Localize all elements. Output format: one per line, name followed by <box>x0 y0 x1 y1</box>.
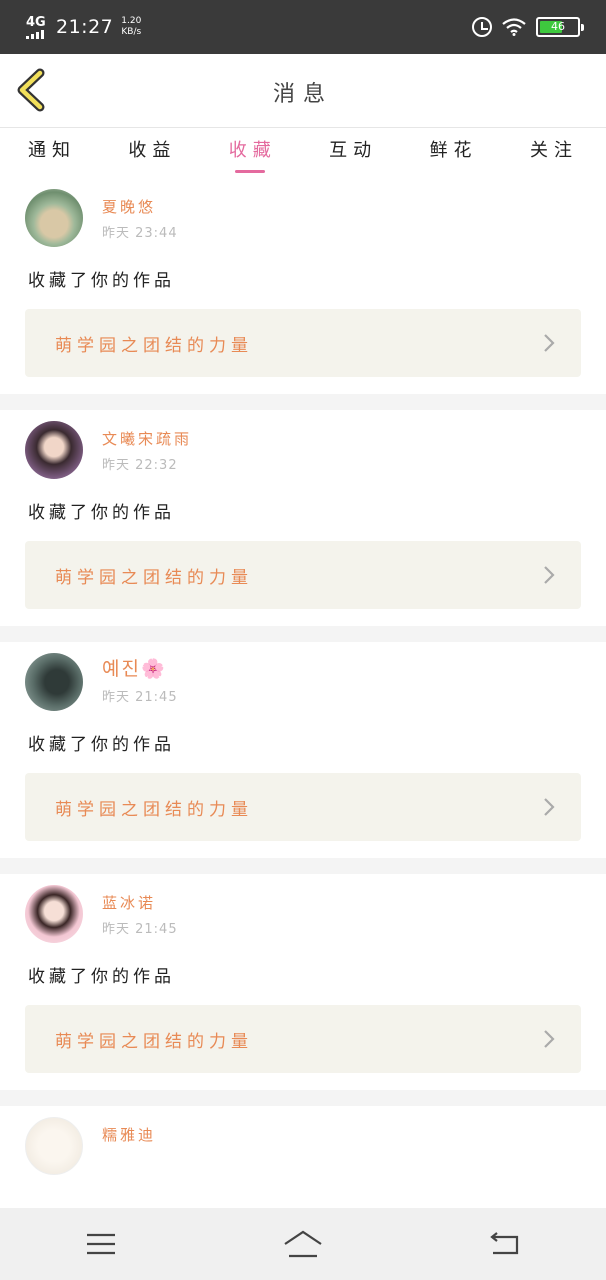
list-item: 예진🌸 昨天 21:45 收藏了你的作品 萌学园之团结的力量 <box>0 642 606 858</box>
chevron-right-icon <box>544 334 555 352</box>
page-title: 消息 <box>272 82 333 107</box>
work-link[interactable]: 萌学园之团结的力量 <box>25 1005 581 1073</box>
action-text: 收藏了你的作品 <box>28 503 175 523</box>
action-text: 收藏了你的作品 <box>28 271 175 291</box>
avatar[interactable] <box>25 421 83 479</box>
user-name[interactable]: 예진🌸 <box>102 654 167 681</box>
tab-notifications[interactable]: 通知 <box>28 128 76 178</box>
menu-icon <box>87 1233 115 1255</box>
message-list: 夏晚悠 昨天 23:44 收藏了你的作品 萌学园之团结的力量 文曦宋疏雨 昨天 … <box>0 178 606 1176</box>
wifi-icon <box>502 18 526 36</box>
back-button[interactable] <box>475 1224 535 1264</box>
avatar[interactable] <box>25 1117 83 1175</box>
tab-interactions[interactable]: 互动 <box>329 128 377 178</box>
work-title: 萌学园之团结的力量 <box>55 568 253 588</box>
battery-level: 46 <box>551 20 565 33</box>
system-nav-bar <box>0 1208 606 1280</box>
home-icon <box>284 1230 322 1258</box>
battery-icon: 46 <box>536 17 584 37</box>
network-label: 4G <box>26 14 46 30</box>
user-name[interactable]: 夏晚悠 <box>102 196 156 217</box>
status-left: 4G 21:27 1.20 KB/s <box>26 16 141 39</box>
net-speed: 1.20 KB/s <box>121 16 141 38</box>
net-speed-unit: KB/s <box>121 27 142 37</box>
timestamp: 昨天 23:44 <box>102 226 178 241</box>
status-right: 46 <box>472 17 584 37</box>
tab-bar: 通知 收益 收藏 互动 鲜花 关注 <box>0 128 606 178</box>
tab-follows[interactable]: 关注 <box>530 128 578 178</box>
work-title: 萌学园之团结的力量 <box>55 1032 253 1052</box>
avatar[interactable] <box>25 653 83 711</box>
tab-flowers[interactable]: 鲜花 <box>430 128 478 178</box>
avatar[interactable] <box>25 885 83 943</box>
back-icon <box>490 1232 519 1255</box>
work-link[interactable]: 萌学园之团结的力量 <box>25 773 581 841</box>
user-name[interactable]: 糯雅迪 <box>102 1124 156 1145</box>
user-name[interactable]: 蓝冰诺 <box>102 892 156 913</box>
chevron-right-icon <box>544 798 555 816</box>
list-item: 蓝冰诺 昨天 21:45 收藏了你的作品 萌学园之团结的力量 <box>0 874 606 1090</box>
avatar[interactable] <box>25 189 83 247</box>
timestamp: 昨天 22:32 <box>102 458 178 473</box>
home-button[interactable] <box>273 1224 333 1264</box>
status-bar: 4G 21:27 1.20 KB/s 46 <box>0 0 606 54</box>
alarm-icon <box>472 17 492 37</box>
work-title: 萌学园之团结的力量 <box>55 800 253 820</box>
work-link[interactable]: 萌学园之团结的力量 <box>25 309 581 377</box>
tab-favorites[interactable]: 收藏 <box>229 128 277 178</box>
timestamp: 昨天 21:45 <box>102 690 178 705</box>
divider <box>0 858 606 874</box>
chevron-right-icon <box>544 1030 555 1048</box>
signal-icon <box>26 29 48 39</box>
net-speed-value: 1.20 <box>121 16 142 26</box>
work-title: 萌学园之团结的力量 <box>55 336 253 356</box>
chevron-right-icon <box>544 566 555 584</box>
list-item: 夏晚悠 昨天 23:44 收藏了你的作品 萌学园之团结的力量 <box>0 178 606 394</box>
divider <box>0 1090 606 1106</box>
app-header: 消息 <box>0 54 606 128</box>
list-item: 糯雅迪 <box>0 1106 606 1176</box>
action-text: 收藏了你的作品 <box>28 967 175 987</box>
user-name[interactable]: 文曦宋疏雨 <box>102 428 192 449</box>
list-item: 文曦宋疏雨 昨天 22:32 收藏了你的作品 萌学园之团结的力量 <box>0 410 606 626</box>
action-text: 收藏了你的作品 <box>28 735 175 755</box>
tab-earnings[interactable]: 收益 <box>128 128 176 178</box>
timestamp: 昨天 21:45 <box>102 922 178 937</box>
menu-button[interactable] <box>71 1224 131 1264</box>
divider <box>0 626 606 642</box>
network-indicator: 4G <box>26 16 48 39</box>
divider <box>0 394 606 410</box>
work-link[interactable]: 萌学园之团结的力量 <box>25 541 581 609</box>
clock: 21:27 <box>56 16 114 38</box>
